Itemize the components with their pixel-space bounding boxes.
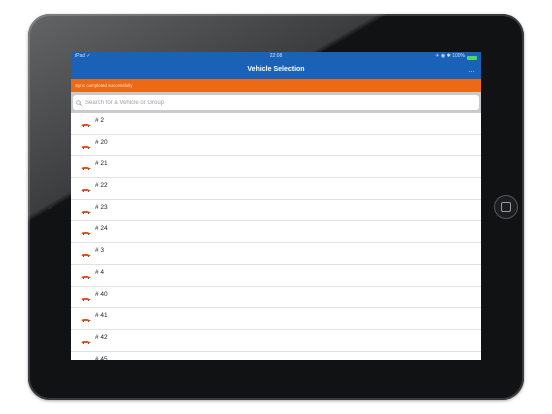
- vehicle-label: # 40: [95, 290, 108, 298]
- vehicle-label: # 23: [95, 203, 108, 211]
- search-field[interactable]: [73, 95, 479, 110]
- vehicle-label: # 42: [95, 333, 108, 341]
- status-icons: ✈ ◉ ✱ 100%: [435, 53, 465, 59]
- car-icon: [81, 319, 91, 323]
- vehicle-list-item[interactable]: # 21: [71, 156, 481, 179]
- vehicle-list-item[interactable]: # 4: [71, 265, 481, 287]
- car-icon: [81, 167, 91, 171]
- sync-status-banner: Sync completed successfully: [71, 79, 481, 92]
- vehicle-list-item[interactable]: # 40: [71, 287, 481, 309]
- more-button[interactable]: …: [468, 67, 475, 75]
- app-screen: iPad ✓ 22:08 ✈ ◉ ✱ 100% Vehicle Selectio…: [71, 52, 481, 360]
- vehicle-list-item[interactable]: # 24: [71, 221, 481, 244]
- vehicle-label: # 4: [95, 268, 105, 276]
- car-icon: [81, 189, 91, 192]
- vehicle-label: # 21: [95, 160, 108, 168]
- battery-icon: [467, 55, 477, 60]
- search-icon: [76, 99, 82, 106]
- car-icon: [81, 145, 91, 149]
- status-bar: iPad ✓ 22:08 ✈ ◉ ✱ 100%: [71, 52, 481, 61]
- front-camera: [48, 205, 52, 209]
- vehicle-list-item[interactable]: # 23: [71, 200, 481, 222]
- navigation-bar: Vehicle Selection …: [71, 61, 481, 79]
- vehicle-list-item[interactable]: # 3: [71, 243, 481, 265]
- car-icon: [81, 340, 91, 344]
- search-input[interactable]: [85, 99, 285, 106]
- vehicle-list-item[interactable]: # 45: [71, 352, 481, 360]
- status-time: 22:08: [269, 53, 283, 59]
- car-icon: [81, 297, 91, 301]
- vehicle-label: # 22: [95, 182, 108, 190]
- car-icon: [81, 275, 91, 279]
- vehicle-label: # 20: [95, 138, 108, 146]
- page-title: Vehicle Selection: [247, 66, 305, 73]
- vehicle-list-item[interactable]: # 2: [71, 113, 481, 135]
- vehicle-label: # 45: [95, 355, 108, 360]
- vehicle-label: # 2: [95, 117, 105, 124]
- vehicle-list-item[interactable]: # 42: [71, 330, 481, 352]
- car-icon: [81, 232, 91, 236]
- vehicle-label: # 3: [95, 247, 105, 255]
- vehicle-list-item[interactable]: # 20: [71, 135, 481, 157]
- vehicle-label: # 24: [95, 225, 108, 233]
- vehicle-list-item[interactable]: # 22: [71, 178, 481, 200]
- status-indicators: ✈ ◉ ✱ 100%: [435, 52, 477, 61]
- home-button[interactable]: [494, 195, 518, 219]
- car-icon: [81, 210, 91, 214]
- search-bar: [71, 92, 481, 113]
- car-icon: [81, 124, 91, 127]
- vehicle-list-item[interactable]: # 41: [71, 308, 481, 330]
- vehicle-list: # 2 # 20 # 21 # 22 # 23 # 24 # 3 # 4 # 40 # 41 # 4…: [71, 113, 481, 360]
- car-icon: [81, 254, 91, 258]
- vehicle-label: # 41: [95, 312, 108, 320]
